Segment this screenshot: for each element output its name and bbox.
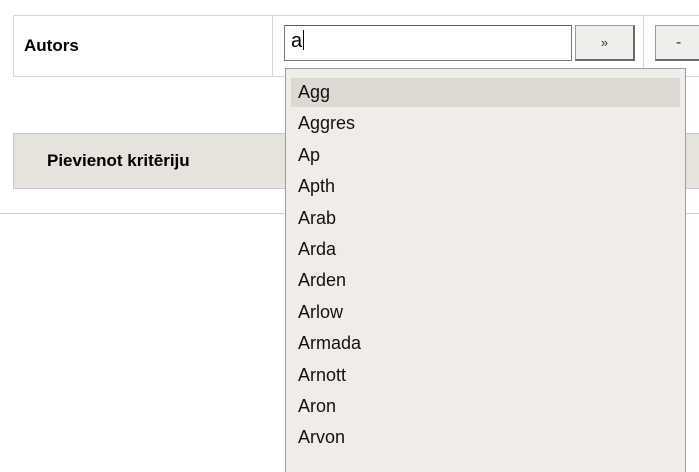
suggestion-item[interactable]: Aron: [291, 392, 680, 421]
author-search-value: a: [291, 30, 303, 52]
autocomplete-dropdown[interactable]: Agg Aggres Ap Apth Arab Arda Arden Arlow Armada A…: [285, 68, 686, 472]
suggestion-item[interactable]: Ap: [291, 141, 680, 170]
suggestion-item[interactable]: Arvon: [291, 423, 680, 452]
remove-criterion-button[interactable]: -: [655, 25, 699, 61]
suggestion-item[interactable]: Arab: [291, 204, 680, 233]
go-button[interactable]: »: [575, 25, 635, 61]
suggestion-item[interactable]: Arnott: [291, 361, 680, 390]
author-search-input[interactable]: a: [284, 25, 572, 61]
text-caret: [303, 30, 305, 50]
suggestion-item[interactable]: Arlow: [291, 298, 680, 327]
suggestion-item[interactable]: Apth: [291, 172, 680, 201]
suggestion-item[interactable]: Agg: [291, 78, 680, 107]
suggestion-item[interactable]: Armada: [291, 329, 680, 358]
suggestion-item[interactable]: Aggres: [291, 109, 680, 138]
criteria-label: Autors: [24, 36, 79, 55]
suggestion-item[interactable]: Arden: [291, 266, 680, 295]
suggestion-item[interactable]: Arda: [291, 235, 680, 264]
